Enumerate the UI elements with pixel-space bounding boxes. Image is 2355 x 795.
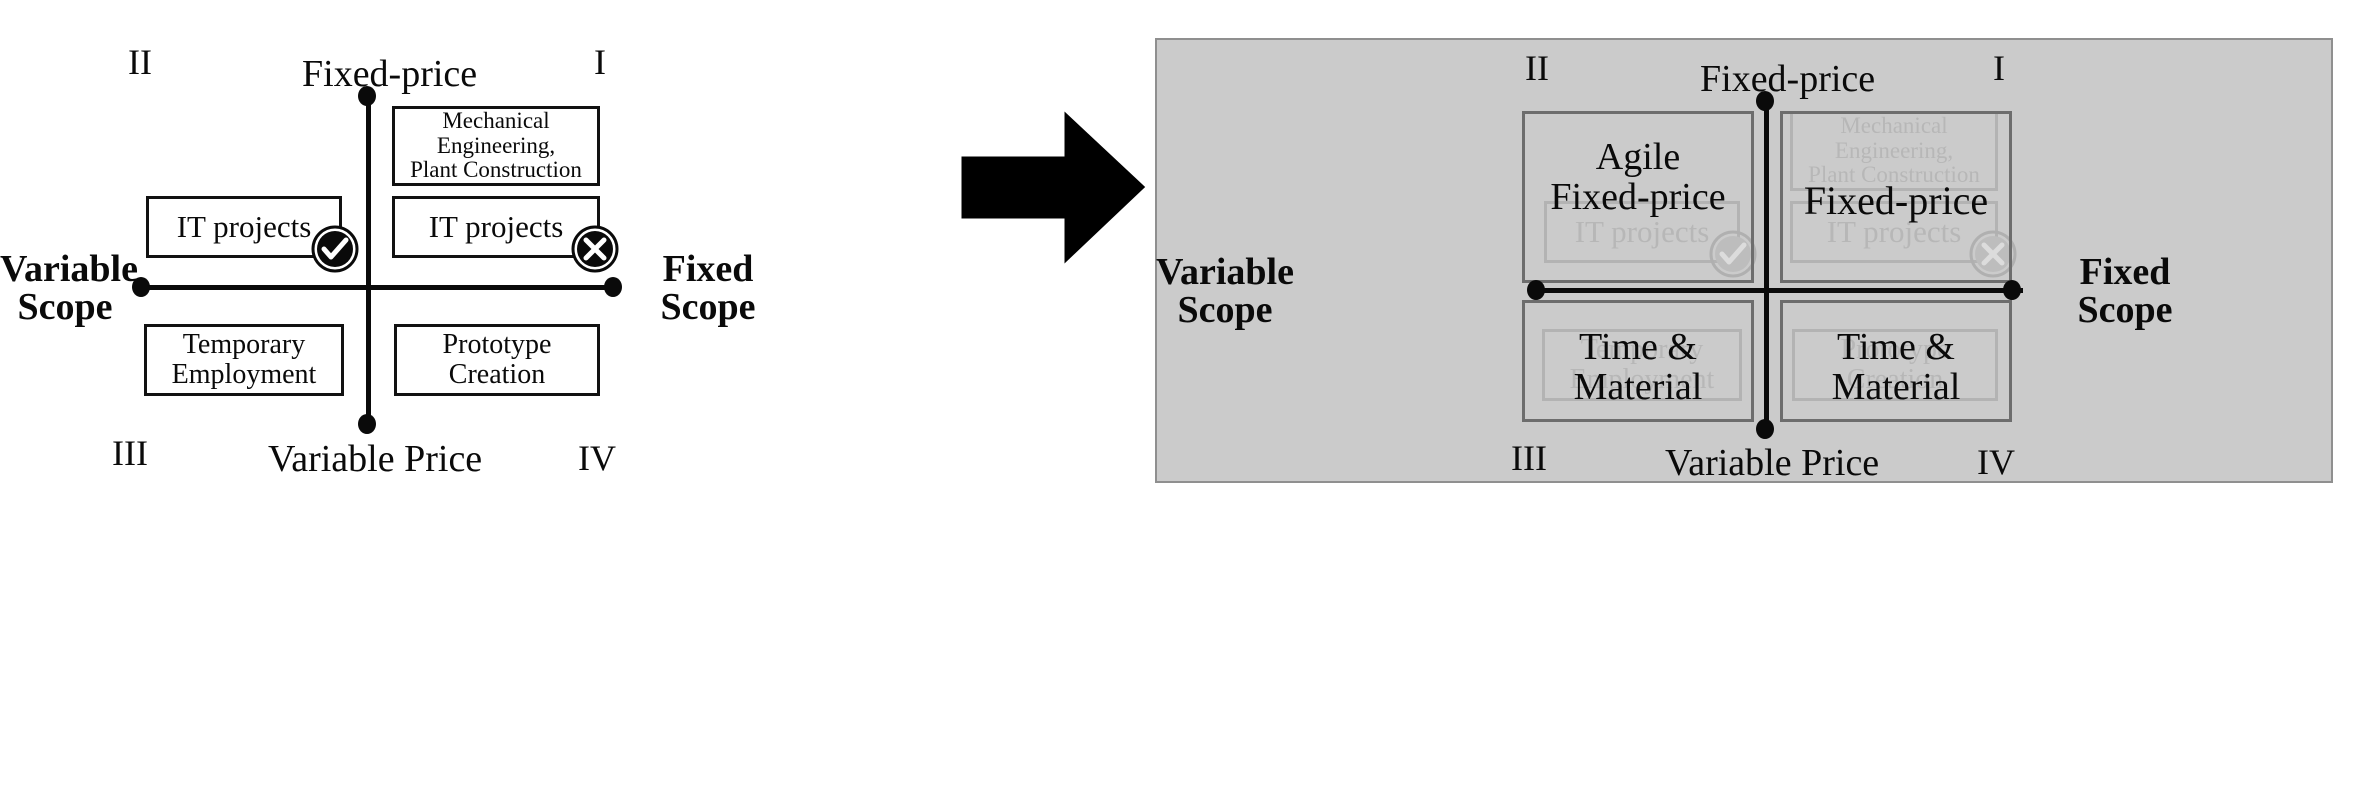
diagram-canvas: Fixed-price Variable Price Variable Scop… <box>0 0 2355 795</box>
box-prototype-creation: Prototype Creation <box>394 324 600 396</box>
axis-endpoint-right-dot <box>604 277 622 297</box>
result-axis-label-fixed-price: Fixed-price <box>1700 58 1876 100</box>
quadrant-number-three: III <box>112 433 148 473</box>
axis-label-fixed-scope: Fixed Scope <box>660 248 756 328</box>
axis-endpoint-bottom-dot <box>358 414 376 434</box>
axis-label-fixed-price: Fixed-price <box>302 53 478 95</box>
quadrant-number-one: I <box>594 42 606 82</box>
result-axis-label-variable-scope: Variable Scope <box>1156 251 1294 331</box>
quadrant-number-four: IV <box>578 438 616 478</box>
result-quadrant-number-two: II <box>1525 48 1549 88</box>
result-axis-label-fixed-scope: Fixed Scope <box>2077 251 2173 331</box>
result-horizontal-axis <box>1535 288 2023 293</box>
box-mechanical-engineering: Mechanical Engineering, Plant Constructi… <box>392 106 600 186</box>
axis-label-variable-price: Variable Price <box>268 438 483 480</box>
result-axis-label-variable-price: Variable Price <box>1665 442 1880 484</box>
result-quadrant-diagram: Mechanical Engineering, Plant Constructi… <box>1155 38 2333 483</box>
result-quadrant-number-one: I <box>1993 48 2005 88</box>
result-axis-endpoint-left-dot <box>1527 280 1545 300</box>
result-label-time-and-material-four: Time & Material <box>1831 326 1961 408</box>
result-quadrant-number-four: IV <box>1977 442 2015 482</box>
result-axis-endpoint-right-dot <box>2003 280 2021 300</box>
source-quadrant-diagram: Fixed-price Variable Price Variable Scop… <box>0 0 960 795</box>
quadrant-number-two: II <box>128 42 152 82</box>
vertical-axis <box>366 95 371 425</box>
right-arrow-icon <box>958 110 1148 265</box>
horizontal-axis <box>140 285 620 290</box>
result-quadrant-number-three: III <box>1511 438 1547 478</box>
result-axis-endpoint-bottom-dot <box>1756 419 1774 439</box>
result-label-fixed-price: Fixed-price <box>1803 178 1989 223</box>
box-it-projects-quadrant-one: IT projects <box>392 196 600 258</box>
box-temporary-employment: Temporary Employment <box>144 324 344 396</box>
cross-icon <box>570 224 620 274</box>
result-label-agile-fixed-price: Agile Fixed-price <box>1550 136 1726 218</box>
check-icon <box>310 224 360 274</box>
result-label-time-and-material-three: Time & Material <box>1573 326 1703 408</box>
result-vertical-axis <box>1764 100 1769 430</box>
axis-label-variable-scope: Variable Scope <box>0 248 138 328</box>
